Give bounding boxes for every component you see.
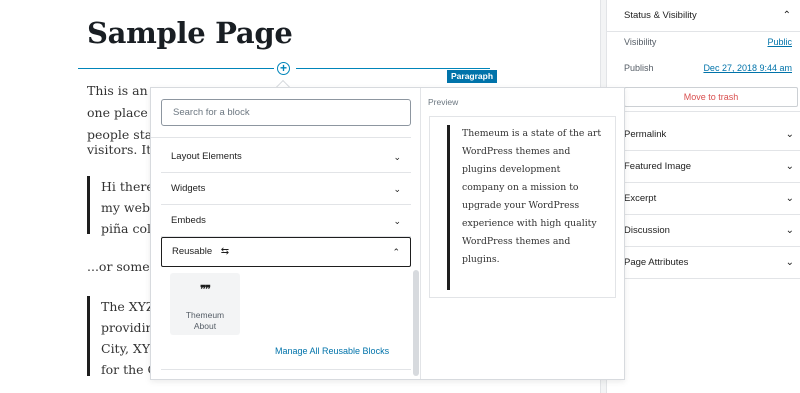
publish-label: Publish: [624, 63, 654, 73]
reusable-block-icon: ⇆: [220, 246, 230, 257]
visibility-label: Visibility: [624, 37, 657, 47]
preview-line: WordPress themes and: [462, 146, 571, 157]
block-list-scrollbar[interactable]: [413, 270, 419, 376]
block-type-badge: Paragraph: [447, 70, 498, 83]
preview-box: Themeum is a state of the art WordPress …: [429, 116, 616, 298]
plus-circle-icon[interactable]: +: [277, 62, 290, 75]
chevron-down-icon: ⌄: [785, 129, 794, 140]
block-item-label-line: Themeum: [185, 310, 225, 320]
divider: [151, 137, 411, 138]
panel-label: Featured Image: [624, 161, 692, 172]
move-to-trash-button[interactable]: Move to trash: [624, 87, 798, 107]
category-widgets[interactable]: Widgets ⌄: [161, 173, 411, 205]
category-label: Embeds: [171, 215, 206, 226]
panel-label: Discussion: [624, 225, 670, 236]
preview-line: upgrade your WordPress: [462, 200, 580, 211]
panel-label: Excerpt: [624, 193, 657, 204]
quote-block-icon: ❞❞: [200, 284, 211, 296]
panel-excerpt[interactable]: Excerpt ⌄: [624, 183, 800, 215]
chevron-down-icon: ⌄: [393, 184, 401, 194]
settings-sidebar: Status & Visibility ⌃ Visibility Public …: [606, 0, 800, 393]
category-label: Reusable: [172, 246, 213, 257]
inserter-line-left: [78, 68, 274, 69]
page-title[interactable]: Sample Page: [87, 16, 293, 50]
chevron-down-icon: ⌄: [785, 257, 794, 268]
category-label: Layout Elements: [171, 151, 242, 162]
manage-reusable-blocks-link[interactable]: Manage All Reusable Blocks: [275, 346, 389, 356]
preview-label: Preview: [428, 97, 459, 107]
preview-line: plugins development: [462, 164, 561, 175]
preview-line: experience with high quality: [462, 218, 597, 229]
block-inserter-popover: Search for a block Layout Elements ⌄ Wid…: [150, 87, 625, 380]
panel-page-attributes[interactable]: Page Attributes ⌄: [624, 247, 800, 279]
category-label: Widgets: [171, 183, 206, 194]
inserter-block-list: Search for a block Layout Elements ⌄ Wid…: [151, 88, 421, 379]
preview-quote: Themeum is a state of the art WordPress …: [447, 125, 607, 290]
block-preview-panel: Preview Themeum is a state of the art Wo…: [422, 88, 624, 379]
category-embeds[interactable]: Embeds ⌄: [161, 205, 411, 237]
visibility-link[interactable]: Public: [767, 37, 792, 47]
panel-label: Permalink: [624, 129, 667, 140]
chevron-down-icon: ⌄: [785, 225, 794, 236]
panel-featured-image[interactable]: Featured Image ⌄: [624, 151, 800, 183]
status-panel: Visibility Public Publish Dec 27, 2018 9…: [607, 0, 800, 112]
panel-permalink[interactable]: Permalink ⌄: [624, 119, 800, 151]
category-reusable[interactable]: Reusable ⇆ ⌃: [161, 237, 411, 267]
preview-line: plugins.: [462, 254, 500, 265]
block-item-label-line: About: [193, 321, 217, 331]
chevron-down-icon: ⌄: [785, 193, 794, 204]
panel-label: Page Attributes: [624, 257, 689, 268]
preview-line: Themeum is a state of the art: [462, 128, 602, 139]
reusable-block-item[interactable]: ❞❞ Themeum About: [170, 273, 240, 335]
preview-line: WordPress themes and: [462, 236, 571, 247]
category-layout-elements[interactable]: Layout Elements ⌄: [161, 141, 411, 173]
chevron-down-icon: ⌄: [393, 152, 401, 162]
preview-line: company on a mission to: [462, 182, 579, 193]
publish-date-link[interactable]: Dec 27, 2018 9:44 am: [703, 63, 792, 73]
panel-discussion[interactable]: Discussion ⌄: [624, 215, 800, 247]
chevron-up-icon: ⌃: [392, 247, 400, 257]
block-search-input[interactable]: Search for a block: [161, 99, 411, 126]
chevron-down-icon: ⌄: [785, 161, 794, 172]
inserter-line-right: [296, 68, 490, 69]
divider: [161, 369, 411, 370]
chevron-down-icon: ⌄: [393, 216, 401, 226]
block-item-label: Themeum About: [170, 310, 240, 332]
